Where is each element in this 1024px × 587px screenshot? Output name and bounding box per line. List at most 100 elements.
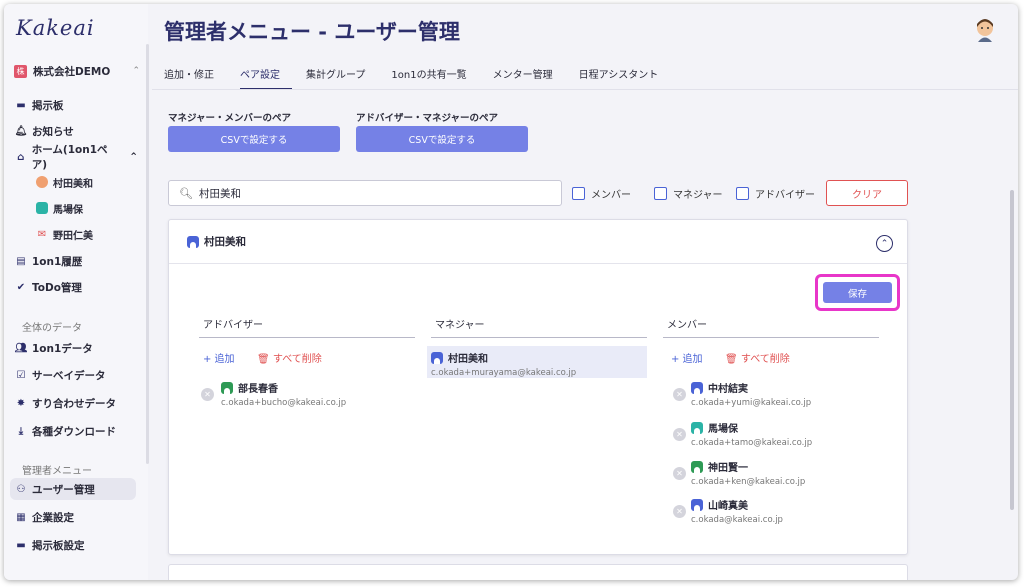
page-title: 管理者メニュー - ユーザー管理 [164, 20, 460, 44]
tab-pair-settings[interactable]: ペア設定 [240, 60, 292, 90]
sidebar-item-label: 掲示板 [32, 99, 64, 112]
remove-icon[interactable]: ✕ [673, 388, 686, 401]
section-label-admin: 管理者メニュー [22, 466, 92, 477]
sidebar-item-label: 1on1データ [32, 342, 93, 355]
member-column-header: メンバー [663, 316, 879, 338]
sidebar-subitem-person[interactable]: 村田美和 [36, 172, 93, 192]
person-icon [187, 235, 199, 248]
person-icon [431, 351, 443, 364]
trash-icon: 🗑︎ [725, 354, 738, 365]
search-value: 村田美和 [198, 187, 241, 200]
member-entry: 中村結実 c.okada+yumi@kakeai.co.jp [691, 380, 811, 408]
entry-email: c.okada+bucho@kakeai.co.jp [221, 398, 347, 408]
sidebar-scrollbar[interactable] [146, 44, 149, 464]
tab-bar: 追加・修正 ペア設定 集計グループ 1on1の共有一覧 メンター管理 日程アシス… [164, 60, 684, 90]
clear-button[interactable]: クリア [826, 180, 908, 206]
person-icon [691, 421, 703, 434]
advisor-delete-all-button[interactable]: 🗑︎ すべて削除 [257, 350, 322, 365]
sidebar-subitem-label: 村田美和 [53, 178, 93, 190]
sidebar-item-board[interactable]: ▬ 掲示板 [14, 94, 138, 116]
save-highlight: 保存 [815, 274, 900, 311]
mail-icon: ✉ [37, 228, 47, 240]
search-icon: 🔍︎ [179, 186, 193, 200]
company-badge-icon: 株 [14, 64, 27, 78]
member-add-button[interactable]: + 追加 [671, 350, 703, 365]
manager-column-header: マネジャー [431, 316, 647, 338]
remove-icon[interactable]: ✕ [673, 467, 686, 480]
entry-name: 村田美和 [448, 354, 488, 365]
member-entry: 山崎真美 c.okada@kakeai.co.jp [691, 497, 783, 525]
member-entry: 神田賢一 c.okada+ken@kakeai.co.jp [691, 459, 805, 487]
checkbox-label: アドバイザー [755, 190, 815, 201]
star-icon: ✸ [16, 397, 26, 409]
person-icon [691, 381, 703, 394]
filter-manager-checkbox[interactable]: マネジャー [654, 186, 723, 201]
sidebar-item-label: すり合わせデータ [32, 397, 116, 410]
sidebar-item-survey[interactable]: ☑ サーベイデータ [14, 364, 138, 386]
save-button[interactable]: 保存 [823, 282, 892, 303]
delete-all-label: すべて削除 [272, 354, 322, 365]
download-icon: ⤓ [18, 425, 24, 437]
sidebar-item-news[interactable]: 🔔︎ お知らせ [14, 120, 138, 142]
filter-advisor-checkbox[interactable]: アドバイザー [736, 186, 815, 201]
entry-email: c.okada+ken@kakeai.co.jp [691, 477, 806, 487]
tab-aggregate-group[interactable]: 集計グループ [306, 60, 377, 90]
sidebar-item-label: お知らせ [32, 125, 74, 138]
sidebar-item-company-settings[interactable]: ▦ 企業設定 [14, 506, 138, 528]
remove-icon[interactable]: ✕ [673, 505, 686, 518]
panel-title: 村田美和 [204, 236, 246, 248]
csv-mm-button[interactable]: CSVで設定する [168, 126, 340, 152]
sidebar-item-user-management[interactable]: ⚇ ユーザー管理 [10, 478, 136, 500]
tab-mentor-management[interactable]: メンター管理 [493, 60, 565, 90]
sidebar-item-alignment[interactable]: ✸ すり合わせデータ [14, 392, 138, 414]
avatar-icon [36, 176, 48, 188]
person-icon [221, 381, 233, 394]
bell-icon: 🔔︎ [14, 125, 28, 137]
entry-name: 山崎真美 [708, 501, 748, 512]
remove-icon[interactable]: ✕ [201, 388, 214, 401]
entry-email: c.okada+tamo@kakeai.co.jp [691, 438, 813, 448]
pair-panel: 村田美和 ⌃ 保存 アドバイザー + 追加 🗑︎ すべて削除 ✕ 部長春香 c.… [168, 219, 908, 555]
person-icon [691, 460, 703, 473]
history-icon: ▤ [16, 255, 26, 267]
advisor-add-button[interactable]: + 追加 [203, 350, 235, 365]
sidebar-item-1on1-data[interactable]: 👥︎ 1on1データ [14, 337, 138, 359]
filter-member-checkbox[interactable]: メンバー [572, 186, 631, 201]
checkbox-icon [572, 187, 585, 200]
sidebar-item-download[interactable]: ⤓ 各種ダウンロード [14, 420, 138, 442]
member-entry: 馬場保 c.okada+tamo@kakeai.co.jp [691, 420, 812, 448]
section-label-data: 全体のデータ [22, 323, 82, 334]
panel-header[interactable]: 村田美和 [169, 220, 907, 264]
person-icon [691, 498, 703, 511]
tab-schedule-assistant[interactable]: 日程アシスタント [579, 60, 671, 90]
search-input[interactable]: 🔍︎ 村田美和 [168, 180, 562, 206]
sidebar-item-label: 1on1履歴 [32, 255, 83, 268]
remove-icon[interactable]: ✕ [673, 428, 686, 441]
tab-divider [152, 89, 1018, 90]
main-scrollbar[interactable] [1010, 190, 1014, 510]
sidebar-item-todo[interactable]: ✔ ToDo管理 [14, 276, 138, 298]
app-window: Kakeai 株 株式会社DEMO ⌃ ▬ 掲示板 🔔︎ お知らせ ⌂ ホーム(… [4, 4, 1018, 580]
sidebar-item-label: ToDo管理 [32, 281, 82, 294]
checkbox-label: マネジャー [673, 190, 723, 201]
collapse-chevron-icon[interactable]: ⌃ [876, 235, 893, 252]
sidebar-subitem-person[interactable]: 馬場保 [36, 198, 83, 218]
checkbox-label: メンバー [591, 190, 631, 201]
sidebar-subitem-person[interactable]: ✉ 野田仁美 [36, 224, 93, 244]
company-selector[interactable]: 株 株式会社DEMO ⌃ [14, 62, 140, 80]
sidebar-item-home[interactable]: ⌂ ホーム(1on1ペア) ⌃ [14, 144, 138, 171]
sidebar-subitem-label: 野田仁美 [53, 230, 93, 242]
sidebar-item-board-settings[interactable]: ▬ 掲示板設定 [14, 534, 138, 556]
manager-entry: 村田美和 c.okada+murayama@kakeai.co.jp [427, 346, 647, 378]
sidebar-item-label: 各種ダウンロード [32, 425, 116, 438]
company-icon: ▦ [16, 511, 26, 523]
checkbox-icon [654, 187, 667, 200]
sidebar-item-history[interactable]: ▤ 1on1履歴 [14, 250, 138, 272]
sidebar-item-label: ユーザー管理 [32, 483, 95, 496]
member-delete-all-button[interactable]: 🗑︎ すべて削除 [725, 350, 790, 365]
tab-add-edit[interactable]: 追加・修正 [164, 60, 226, 90]
tab-1on1-share-list[interactable]: 1on1の共有一覧 [391, 60, 478, 90]
user-avatar-icon[interactable] [974, 18, 996, 42]
entry-name: 部長春香 [238, 384, 278, 395]
csv-am-button[interactable]: CSVで設定する [356, 126, 528, 152]
